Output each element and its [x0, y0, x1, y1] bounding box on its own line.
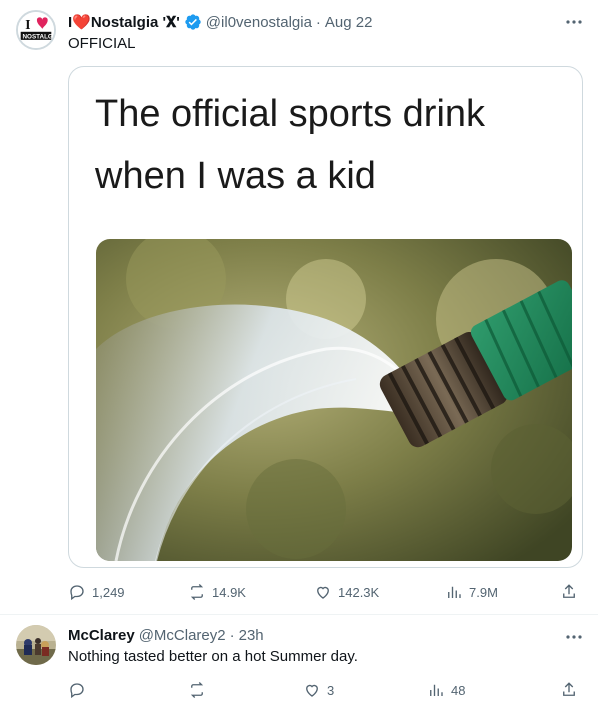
author-name[interactable]: I❤️Nostalgia '𝐗' [68, 13, 180, 31]
share-icon [563, 584, 575, 598]
tweet-header: I❤️Nostalgia '𝐗' @il0venostalgia · Aug 2… [68, 12, 548, 32]
like-count: 142.3K [338, 584, 380, 600]
share-icon [563, 682, 575, 696]
svg-text:I: I [25, 17, 30, 32]
separator: · [315, 13, 321, 31]
repost-button[interactable] [188, 678, 212, 702]
like-button[interactable]: 3 [303, 678, 334, 702]
garden-hose-photo [96, 239, 572, 561]
views-button[interactable]: 48 [427, 678, 465, 702]
svg-text:NOSTALGIA: NOSTALGIA [23, 34, 55, 41]
tweet-text: OFFICIAL [68, 35, 136, 52]
reply-icon [70, 683, 84, 699]
reply-actions: 3 48 [68, 678, 583, 702]
like-button[interactable]: 142.3K [314, 580, 379, 604]
share-button[interactable] [560, 580, 578, 604]
like-icon [306, 684, 318, 697]
verified-badge-icon [184, 13, 202, 31]
share-button[interactable] [560, 678, 578, 702]
reply-button[interactable] [68, 678, 92, 702]
avatar[interactable]: I NOSTALGIA [16, 10, 56, 50]
reply-count: 1,249 [92, 584, 125, 600]
nostalgia-logo-icon: I NOSTALGIA [18, 12, 54, 48]
like-icon [317, 586, 329, 599]
reply-tweet[interactable]: McClarey @McClarey2 · 23h Nothing tasted… [0, 615, 598, 723]
views-button[interactable]: 7.9M [445, 580, 498, 604]
author-handle[interactable]: @il0venostalgia [206, 14, 312, 31]
more-icon[interactable] [564, 627, 584, 647]
separator: · [229, 626, 235, 644]
reply-header: McClarey @McClarey2 · 23h [68, 625, 264, 645]
more-icon[interactable] [564, 12, 584, 32]
reply-icon [70, 585, 84, 601]
media-card[interactable]: The official sports drink when I was a k… [68, 66, 583, 568]
reply-timestamp[interactable]: 23h [239, 627, 264, 644]
reply-text: Nothing tasted better on a hot Summer da… [68, 648, 358, 665]
tweet-actions: 1,249 14.9K 142.3K 7.9M [68, 580, 583, 604]
views-count: 48 [451, 682, 466, 698]
reply-author-name[interactable]: McClarey [68, 627, 135, 644]
views-count: 7.9M [469, 584, 498, 600]
meme-caption: The official sports drink when I was a k… [95, 93, 486, 197]
views-icon [430, 684, 443, 696]
avatar[interactable] [16, 625, 56, 665]
views-icon [448, 586, 461, 598]
like-count: 3 [327, 682, 335, 698]
repost-icon [190, 584, 204, 600]
reply-author-handle[interactable]: @McClarey2 [139, 627, 226, 644]
painting-avatar-icon [16, 625, 56, 665]
repost-button[interactable]: 14.9K [188, 580, 246, 604]
repost-count: 14.9K [212, 584, 246, 600]
reply-button[interactable]: 1,249 [68, 580, 125, 604]
timestamp[interactable]: Aug 22 [325, 14, 373, 31]
repost-icon [190, 682, 204, 698]
